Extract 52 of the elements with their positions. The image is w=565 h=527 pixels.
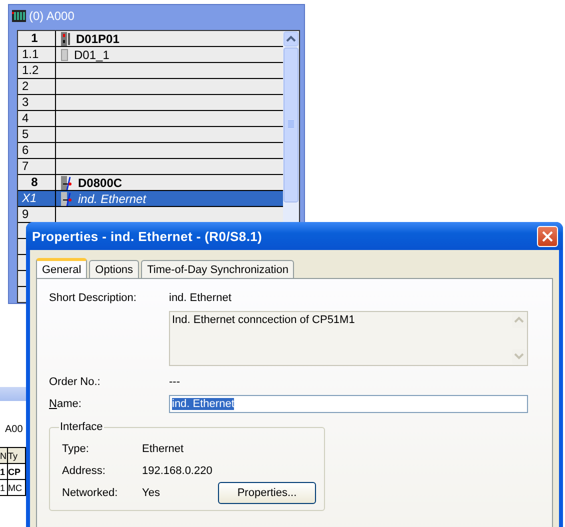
field-label: Type:: [62, 443, 90, 455]
field-label: Name:: [49, 398, 82, 410]
slot-number: 1.2: [22, 63, 39, 77]
window-title: (0) A000: [29, 9, 74, 23]
slot-number: 5: [22, 127, 29, 141]
field-label: Order No.:: [49, 376, 102, 388]
cpu-module-icon: [61, 32, 70, 46]
column-header: Ty: [8, 448, 26, 464]
card-module-icon: [61, 48, 68, 60]
field-label: Address:: [62, 465, 106, 477]
close-icon: [542, 230, 553, 242]
port-icon: [61, 192, 72, 206]
slot-number: 1.1: [22, 47, 39, 61]
slot-number: 6: [22, 143, 29, 157]
table-cell: MC: [8, 480, 26, 496]
field-label: Short Description:: [49, 292, 138, 304]
module-name: D0800C: [78, 176, 122, 190]
field-value: 192.168.0.220: [142, 465, 214, 477]
module-name: ind. Ethernet: [78, 192, 146, 206]
tab[interactable]: Options: [89, 260, 140, 278]
slot-number: 3: [22, 95, 29, 109]
slot-number: X1: [22, 191, 37, 205]
name-field[interactable]: ind. Ethernet: [169, 395, 528, 413]
group-title: Interface: [59, 421, 104, 433]
field-value: ind. Ethernet: [169, 292, 232, 304]
module-name: D01_1: [74, 48, 110, 62]
close-button[interactable]: [537, 226, 558, 246]
tab[interactable]: Time-of-Day Synchronization: [141, 260, 294, 278]
comment-field[interactable]: Ind. Ethernet conncection of CP51M1: [169, 311, 528, 366]
rack-icon: [12, 9, 26, 23]
module-name: D01P01: [76, 32, 120, 46]
field-label: Networked:: [62, 487, 119, 499]
slot-number: 7: [22, 159, 29, 173]
network-module-icon: [61, 176, 72, 190]
window-title-bar: [0, 387, 26, 401]
field-value: Yes: [142, 487, 161, 499]
table-cell: 1: [0, 464, 8, 480]
table-cell: 1: [0, 480, 8, 496]
tab[interactable]: General: [36, 258, 88, 278]
field-value: Ethernet: [142, 443, 185, 455]
station-label: A00: [5, 424, 23, 435]
slot-number: 8: [31, 175, 38, 189]
slot-number: 2: [22, 79, 29, 93]
dialog-title: Properties - ind. Ethernet - (R0/S8.1): [32, 228, 262, 244]
slot-row[interactable]: X1 ind. Ethernet: [18, 191, 283, 207]
slot-number: 1: [31, 31, 38, 45]
field-value: ---: [169, 376, 180, 388]
column-header: N: [0, 448, 8, 464]
slot-number: 9: [22, 207, 29, 221]
slot-number: 4: [22, 111, 29, 125]
table-cell: CP: [8, 464, 26, 480]
properties-button[interactable]: Properties...: [218, 482, 316, 504]
